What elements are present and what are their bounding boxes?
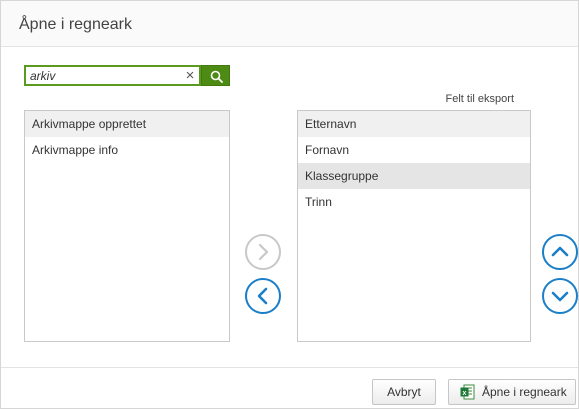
chevron-up-icon bbox=[551, 246, 569, 257]
search-field-box: × bbox=[24, 65, 201, 86]
chevron-left-icon bbox=[257, 287, 268, 305]
cancel-button[interactable]: Avbryt bbox=[372, 379, 436, 405]
chevron-right-icon bbox=[258, 243, 269, 261]
dialog-footer: Avbryt x Åpne i regneark bbox=[1, 367, 578, 409]
search-button[interactable] bbox=[201, 65, 230, 86]
list-item-selected[interactable]: Klassegruppe bbox=[298, 163, 530, 189]
list-item[interactable]: Arkivmappe opprettet bbox=[25, 111, 229, 137]
open-in-spreadsheet-button[interactable]: x Åpne i regneark bbox=[448, 379, 576, 405]
field-search: × bbox=[24, 65, 230, 86]
dialog-title: Åpne i regneark bbox=[19, 16, 132, 33]
list-item[interactable]: Etternavn bbox=[298, 111, 530, 137]
move-down-button[interactable] bbox=[542, 278, 578, 314]
move-up-button[interactable] bbox=[542, 234, 578, 270]
chevron-down-icon bbox=[551, 291, 569, 302]
clear-search-icon[interactable]: × bbox=[182, 67, 198, 84]
svg-text:x: x bbox=[463, 390, 467, 397]
available-fields-list: Arkivmappe opprettet Arkivmappe info bbox=[24, 110, 230, 342]
excel-icon: x bbox=[460, 384, 475, 400]
list-item[interactable]: Arkivmappe info bbox=[25, 137, 229, 163]
open-in-spreadsheet-dialog: Åpne i regneark × Felt til eksport Arkiv… bbox=[0, 0, 579, 409]
list-item[interactable]: Fornavn bbox=[298, 137, 530, 163]
search-input[interactable] bbox=[30, 68, 180, 84]
export-fields-list: Etternavn Fornavn Klassegruppe Trinn bbox=[297, 110, 531, 342]
list-item[interactable]: Trinn bbox=[298, 189, 530, 215]
open-in-spreadsheet-label: Åpne i regneark bbox=[482, 385, 567, 399]
remove-field-button[interactable] bbox=[245, 278, 281, 314]
add-field-button[interactable] bbox=[245, 234, 281, 270]
export-fields-heading: Felt til eksport bbox=[445, 93, 514, 105]
dialog-header: Åpne i regneark bbox=[1, 1, 578, 47]
search-icon bbox=[210, 70, 223, 83]
